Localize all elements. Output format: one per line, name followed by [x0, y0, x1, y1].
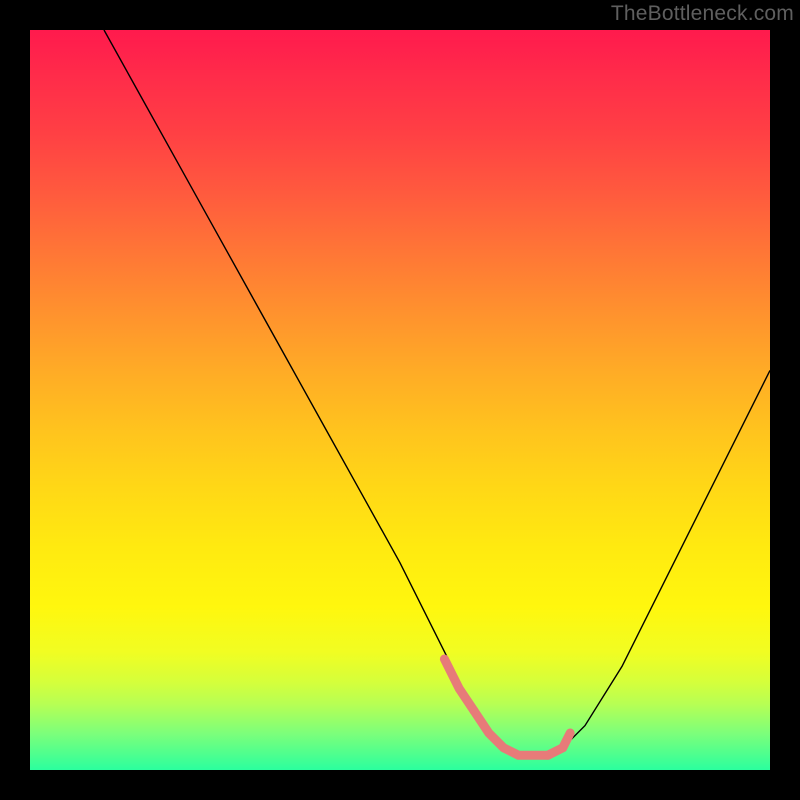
marker-flat: [474, 711, 548, 755]
marker-left: [444, 659, 474, 711]
marker-right: [548, 733, 570, 755]
watermark-text: TheBottleneck.com: [611, 2, 794, 26]
plot-area: [30, 30, 770, 770]
bottleneck-curve: [104, 30, 770, 755]
chart-frame: TheBottleneck.com: [0, 0, 800, 800]
curve-svg: [30, 30, 770, 770]
